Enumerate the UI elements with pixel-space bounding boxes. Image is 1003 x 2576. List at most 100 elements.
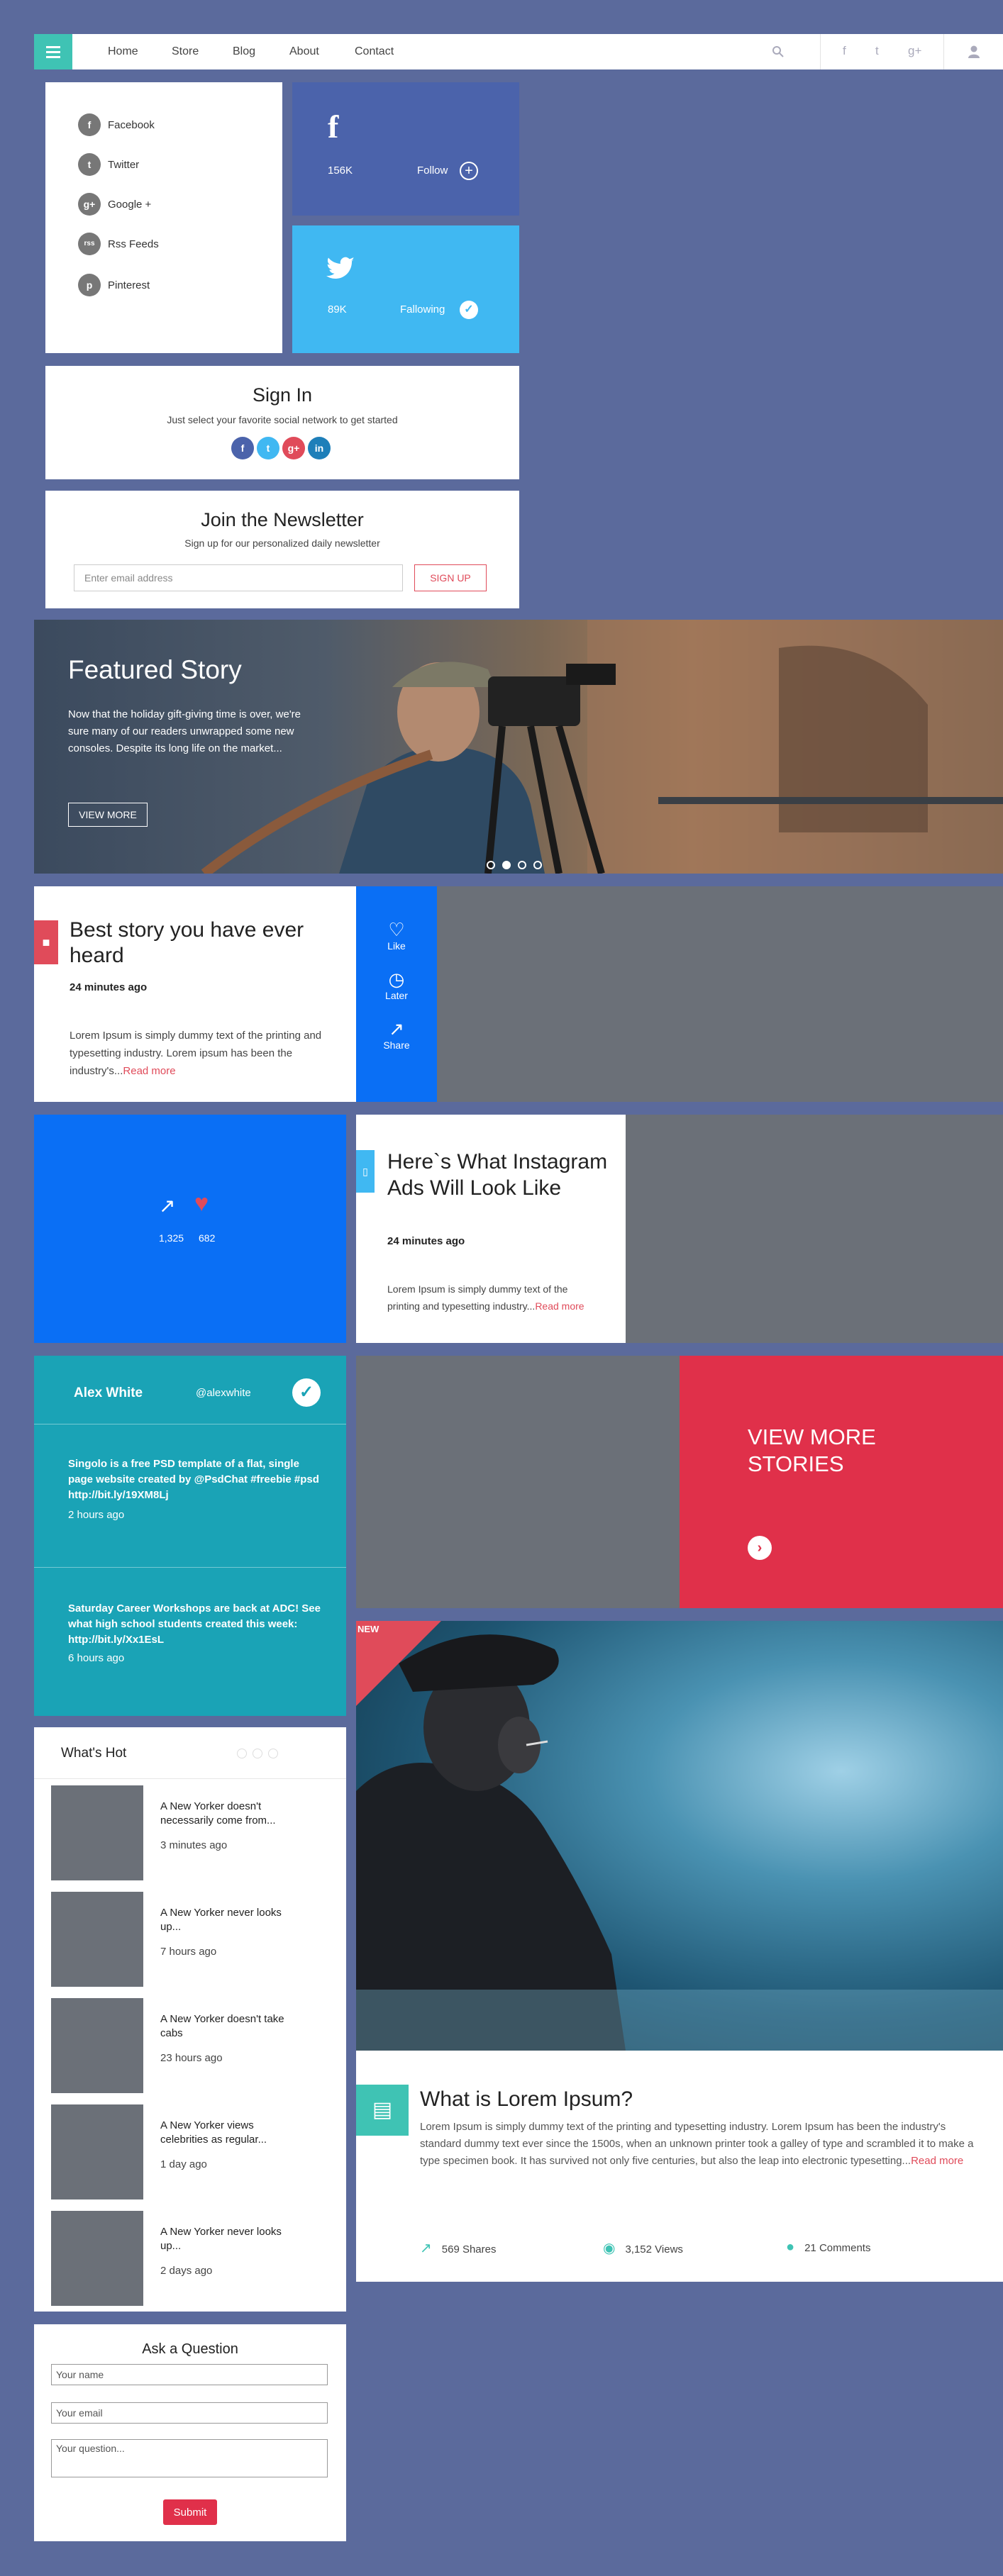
email-field[interactable] [51, 2402, 328, 2424]
follow-button[interactable]: Follow [417, 165, 448, 177]
share-stats-card: ↗ ♥ 1,325 682 [34, 1115, 346, 1343]
linkedin-signin-icon[interactable]: in [308, 437, 331, 459]
facebook-icon[interactable]: f [843, 44, 846, 58]
rss-icon: rss [78, 233, 101, 255]
comment-icon: ● [786, 2239, 795, 2255]
like-count: 682 [199, 1232, 216, 1244]
check-icon[interactable]: ✓ [292, 1378, 321, 1407]
following-button[interactable]: Fallowing [400, 303, 445, 316]
featured-title: Featured Story [68, 655, 242, 684]
story-title[interactable]: Best story you have ever heard [70, 918, 346, 969]
google-plus-icon[interactable]: g+ [908, 44, 921, 58]
nav-home[interactable]: Home [108, 45, 138, 58]
view-more-stories-label[interactable]: VIEW MORE STORIES [748, 1424, 946, 1478]
story-excerpt: Lorem Ipsum is simply dummy text of the … [387, 1283, 584, 1312]
man-in-rain-illustration [356, 1634, 1003, 2051]
newsletter-subtitle: Sign up for our personalized daily newsl… [184, 537, 380, 549]
view-more-stories-card[interactable]: VIEW MORE STORIES › [680, 1356, 1003, 1608]
hot-item-time: 3 minutes ago [160, 1839, 228, 1851]
hamburger-menu-button[interactable] [34, 34, 72, 69]
nav-about[interactable]: About [289, 45, 319, 58]
comments-stat[interactable]: ● 21 Comments [786, 2239, 870, 2256]
tweet-time: 2 hours ago [68, 1509, 125, 1521]
facebook-icon: f [328, 108, 339, 145]
sign-in-panel: Sign In Just select your favorite social… [45, 366, 519, 479]
slider-dot-active[interactable] [502, 861, 511, 869]
social-label: Facebook [108, 119, 155, 131]
hot-item-title[interactable]: A New Yorker views celebrities as regula… [160, 2119, 302, 2147]
sign-in-subtitle: Just select your favorite social network… [167, 414, 398, 425]
chevron-right-icon[interactable]: › [748, 1536, 772, 1560]
thumbnail [51, 1785, 143, 1880]
facebook-icon: f [78, 113, 101, 136]
read-more-link[interactable]: Read more [123, 1065, 175, 1077]
image-placeholder [356, 1356, 680, 1608]
twitter-follow-card: 89K Fallowing ✓ [292, 225, 519, 353]
google-plus-signin-icon[interactable]: g+ [282, 437, 305, 459]
hot-list-item[interactable]: A New Yorker never looks up... 7 hours a… [51, 1892, 335, 1987]
facebook-signin-icon[interactable]: f [231, 437, 254, 459]
tweet-text: Saturday Career Workshops are back at AD… [68, 1602, 321, 1646]
pager-dot[interactable] [253, 1749, 262, 1758]
read-more-link[interactable]: Read more [911, 2155, 963, 2167]
twitter-follower-count: 89K [328, 303, 347, 316]
read-later-button[interactable]: ◷ Later [356, 969, 437, 1001]
question-field[interactable] [51, 2439, 328, 2477]
tweet-text: Singolo is a free PSD template of a flat… [68, 1458, 319, 1501]
slider-dot[interactable] [518, 861, 526, 869]
hot-item-title[interactable]: A New Yorker never looks up... [160, 2225, 302, 2253]
twitter-handle[interactable]: @alexwhite [196, 1387, 251, 1399]
story-title[interactable]: Here`s What Instagram Ads Will Look Like [387, 1149, 614, 1201]
facebook-follow-card: f 156K Follow + [292, 82, 519, 216]
slider-dot[interactable] [487, 861, 495, 869]
story-action-bar: ♡ Like ◷ Later ↗ Share [356, 886, 437, 1102]
video-icon: ■ [34, 920, 58, 964]
ask-title: Ask a Question [142, 2341, 238, 2357]
twitter-icon: t [78, 153, 101, 176]
share-icon[interactable]: ↗ [159, 1194, 175, 1217]
hot-item-title[interactable]: A New Yorker doesn't take cabs [160, 2012, 302, 2041]
slider-dot[interactable] [533, 861, 542, 869]
nav-contact[interactable]: Contact [355, 45, 394, 58]
read-more-link[interactable]: Read more [535, 1300, 584, 1312]
submit-button[interactable]: Submit [163, 2499, 217, 2525]
hot-item-time: 23 hours ago [160, 2052, 223, 2064]
new-badge-label: NEW [358, 1624, 379, 1634]
pager-dot[interactable] [268, 1749, 278, 1758]
rain-man-photo: NEW [356, 1621, 1003, 2051]
hot-list-item[interactable]: A New Yorker views celebrities as regula… [51, 2104, 335, 2199]
hot-item-time: 1 day ago [160, 2158, 207, 2170]
share-count: 1,325 [159, 1232, 184, 1244]
sign-up-button[interactable]: SIGN UP [414, 564, 487, 591]
hot-list-item[interactable]: A New Yorker never looks up... 2 days ag… [51, 2211, 335, 2306]
email-input[interactable] [74, 564, 403, 591]
nav-store[interactable]: Store [172, 45, 199, 58]
plus-circle-icon[interactable]: + [460, 162, 478, 180]
shares-stat[interactable]: ↗ 569 Shares [420, 2239, 497, 2257]
hot-list-item[interactable]: A New Yorker doesn't necessarily come fr… [51, 1785, 335, 1880]
thumbnail [51, 2211, 143, 2306]
twitter-icon[interactable]: t [875, 44, 879, 58]
top-navbar: Home Store Blog About Contact f t g+ [34, 34, 1003, 69]
view-more-button[interactable]: VIEW MORE [68, 803, 148, 827]
share-button[interactable]: ↗ Share [356, 1018, 437, 1051]
nav-blog[interactable]: Blog [233, 45, 255, 58]
best-story-card: ■ Best story you have ever heard 24 minu… [34, 886, 356, 1102]
social-label: Google + [108, 199, 152, 211]
article-title[interactable]: What is Lorem Ipsum? [420, 2087, 633, 2112]
heart-icon[interactable]: ♥ [194, 1190, 209, 1217]
hot-item-title[interactable]: A New Yorker never looks up... [160, 1906, 302, 1934]
like-button[interactable]: ♡ Like [356, 919, 437, 952]
name-field[interactable] [51, 2364, 328, 2385]
hot-item-time: 2 days ago [160, 2265, 213, 2277]
story-excerpt: Lorem Ipsum is simply dummy text of the … [70, 1030, 322, 1077]
search-icon[interactable] [772, 45, 785, 58]
hot-item-title[interactable]: A New Yorker doesn't necessarily come fr… [160, 1800, 302, 1828]
pager-dot[interactable] [237, 1749, 247, 1758]
social-label: Rss Feeds [108, 238, 159, 250]
twitter-user-name[interactable]: Alex White [74, 1385, 143, 1401]
user-icon[interactable] [968, 45, 980, 59]
check-circle-icon[interactable]: ✓ [460, 301, 478, 319]
hot-list-item[interactable]: A New Yorker doesn't take cabs 23 hours … [51, 1998, 335, 2093]
twitter-signin-icon[interactable]: t [257, 437, 279, 459]
